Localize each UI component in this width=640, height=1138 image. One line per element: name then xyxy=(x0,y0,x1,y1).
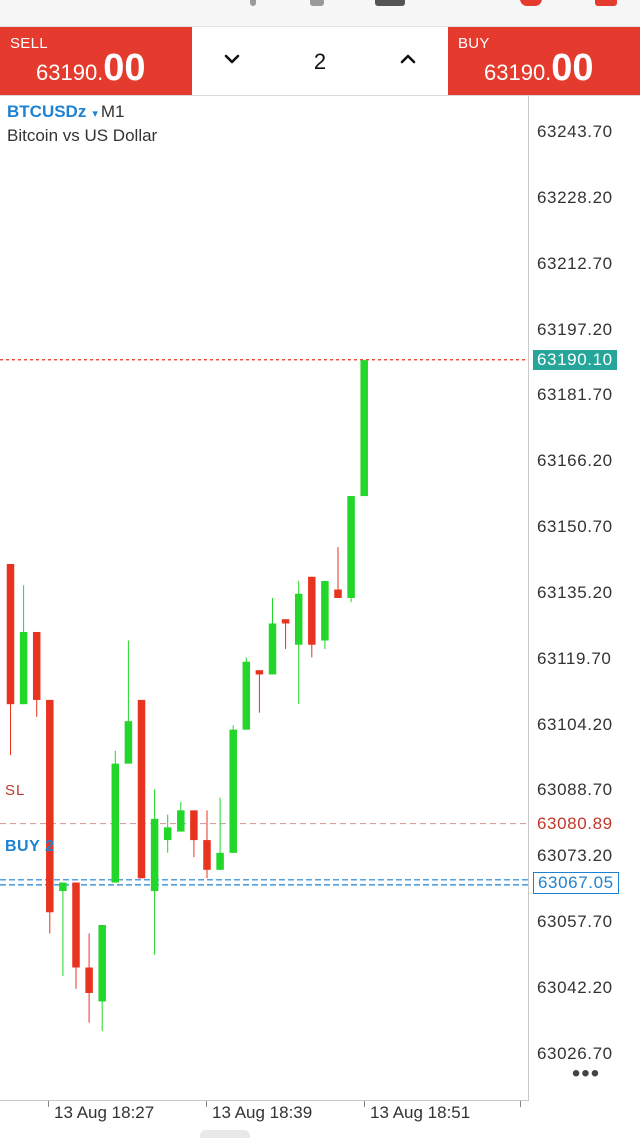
symbol-name[interactable]: BTCUSDz xyxy=(7,102,86,121)
candle-body xyxy=(321,581,329,641)
buy-button[interactable]: BUY 63190.00 xyxy=(448,27,640,95)
candle-body xyxy=(32,631,41,700)
candle-body xyxy=(177,810,185,832)
price-tick-label: 63135.20 xyxy=(537,582,613,602)
candle-body xyxy=(360,360,368,497)
bid-price-tag: 63190.10 xyxy=(533,349,617,370)
top-toolbar-strip xyxy=(0,0,640,27)
price-tick-label: 63104.20 xyxy=(537,714,613,734)
candle-body xyxy=(308,576,316,645)
timeframe-label[interactable]: M1 xyxy=(101,102,125,121)
price-tick-label: 63057.70 xyxy=(537,912,613,932)
candle-body xyxy=(150,818,159,892)
time-tick xyxy=(520,1101,521,1107)
time-tick xyxy=(364,1101,365,1107)
order-price-tag: 63067.05 xyxy=(533,872,619,895)
candle-body xyxy=(294,593,303,645)
sell-price: 63190.00 xyxy=(36,47,146,89)
time-tick-label: 13 Aug 18:51 xyxy=(370,1103,471,1122)
candle-body xyxy=(137,699,146,879)
toolbar-icon-fragment[interactable] xyxy=(250,0,256,6)
symbol-description: Bitcoin vs US Dollar xyxy=(7,126,158,145)
candle-body xyxy=(6,564,15,705)
candle-body xyxy=(59,882,67,892)
candle-body xyxy=(98,925,106,1002)
chart-plot-area[interactable]: BTCUSDz ▾ M1 Bitcoin vs US Dollar SL BUY 2 xyxy=(0,96,529,1101)
one-click-trade-bar: SELL 63190.00 2 BUY 63190.00 xyxy=(0,27,640,96)
price-tick-label: 63212.70 xyxy=(537,253,613,273)
volume-decrease-button[interactable] xyxy=(212,45,252,77)
price-tick-label: 63166.20 xyxy=(537,451,613,471)
symbol-dropdown-icon[interactable]: ▾ xyxy=(92,108,98,120)
candle-body xyxy=(255,670,264,675)
candle-body xyxy=(229,729,237,853)
time-tick-label: 13 Aug 18:27 xyxy=(54,1103,155,1122)
candle-body xyxy=(111,763,120,883)
stop-loss-label[interactable]: SL xyxy=(5,782,25,799)
toolbar-icon-fragment[interactable] xyxy=(595,0,617,6)
price-tick-label: 63150.70 xyxy=(537,517,613,537)
symbol-header: BTCUSDz ▾ M1 xyxy=(7,102,125,122)
candle-body xyxy=(347,496,355,598)
candlestick-chart xyxy=(0,359,528,1032)
price-tick-label: 63119.70 xyxy=(537,648,612,668)
price-tick-label: 63088.70 xyxy=(537,780,613,800)
time-tick-label: 13 Aug 18:39 xyxy=(212,1103,313,1122)
sell-button[interactable]: SELL 63190.00 xyxy=(0,27,192,95)
candle-body xyxy=(216,852,224,870)
order-label[interactable]: BUY 2 xyxy=(5,838,54,856)
candle-body xyxy=(85,967,93,993)
price-axis[interactable]: 63243.70 63228.20 63212.70 63197.20 63181.70… xyxy=(529,96,640,1100)
candle-body xyxy=(334,589,342,598)
candle-body xyxy=(163,827,172,841)
candle-body xyxy=(281,619,290,624)
candle-body xyxy=(268,623,277,675)
candle-body xyxy=(190,810,198,841)
toolbar-icon-fragment[interactable] xyxy=(310,0,324,6)
candle-body xyxy=(46,699,54,913)
candle-body xyxy=(124,721,133,764)
price-tick-label: 63073.20 xyxy=(537,846,613,866)
toolbar-icon-fragment[interactable] xyxy=(375,0,405,6)
candle-body xyxy=(19,631,28,705)
time-tick xyxy=(48,1101,49,1107)
bottom-sheet-handle[interactable] xyxy=(200,1130,250,1138)
volume-increase-button[interactable] xyxy=(388,45,428,77)
toolbar-icon-fragment[interactable] xyxy=(520,0,542,6)
price-tick-label: 63042.20 xyxy=(537,977,613,997)
candle-body xyxy=(242,661,251,730)
time-axis[interactable]: 13 Aug 18:27 13 Aug 18:39 13 Aug 18:51 xyxy=(0,1101,640,1138)
trading-app: SELL 63190.00 2 BUY 63190.00 BTCUSDz ▾ M1 … xyxy=(0,0,640,1138)
buy-price: 63190.00 xyxy=(484,47,594,89)
more-dots-icon[interactable]: ••• xyxy=(566,1060,606,1087)
price-tick-label: 63181.70 xyxy=(537,385,613,405)
price-tick-label: 63197.20 xyxy=(537,319,613,339)
candle-body xyxy=(203,840,211,870)
stop-loss-price-tag: 63080.89 xyxy=(537,813,613,833)
candle-body xyxy=(72,882,80,968)
volume-input[interactable]: 2 xyxy=(290,49,350,75)
price-tick-label: 63243.70 xyxy=(537,122,613,142)
price-tick-label: 63228.20 xyxy=(537,187,613,207)
time-tick xyxy=(206,1101,207,1107)
chevron-down-icon xyxy=(224,54,240,64)
chevron-up-icon xyxy=(400,54,416,64)
